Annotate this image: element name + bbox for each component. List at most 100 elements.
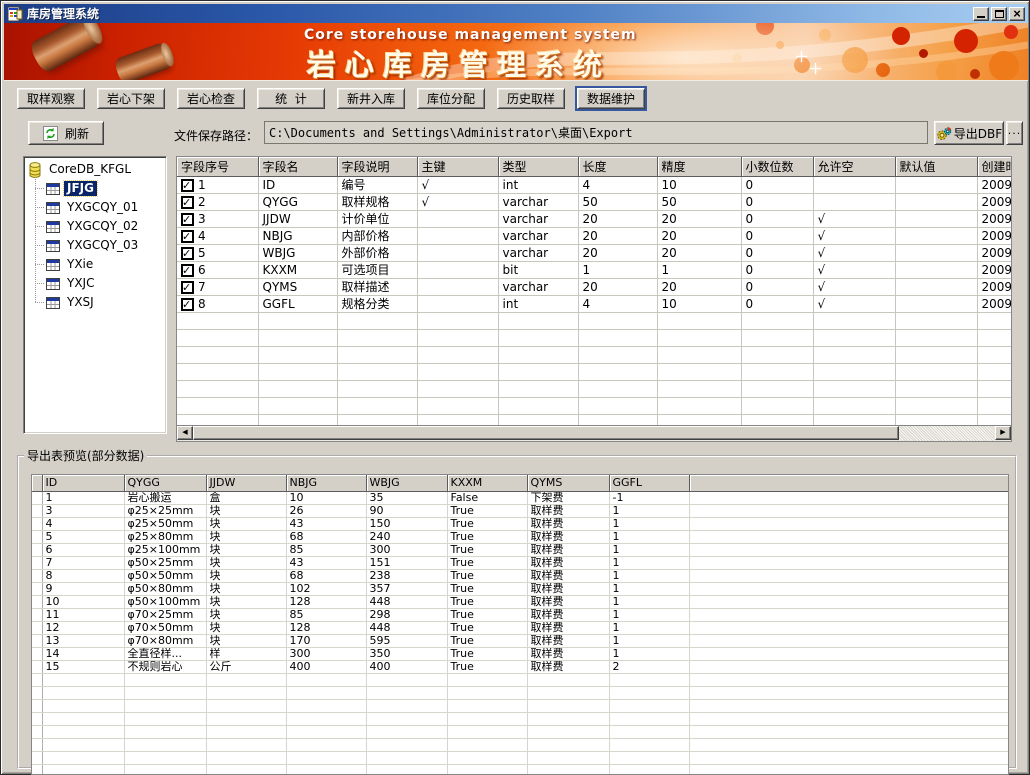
close-button[interactable]: × [1009, 7, 1025, 21]
tree-root[interactable]: CoreDB_KFGL [26, 160, 164, 179]
preview-cell: 448 [366, 595, 447, 608]
fields-row[interactable]: ✓5WBJG外部价格varchar20200√2009-4- [177, 245, 1012, 262]
fields-row[interactable]: ✓6KXXM可选项目bit110√2009-4- [177, 262, 1012, 279]
preview-table: IDQYGGJJDWNBJGWBJGKXXMQYMSGGFL 1岩心搬运盒103… [32, 475, 1009, 775]
fields-column-header: 默认值 [895, 157, 977, 177]
tree-item-YXGCQY_03[interactable]: YXGCQY_03 [26, 236, 164, 255]
maximize-button[interactable] [991, 7, 1007, 21]
tree-item-JFJG[interactable]: JFJG [26, 179, 164, 198]
tree-item-YXie[interactable]: YXie [26, 255, 164, 274]
preview-cell: 取样费 [527, 582, 609, 595]
fields-empty-cell [337, 398, 417, 415]
preview-empty-cell [206, 699, 286, 712]
preview-row[interactable]: 14全直径样...样300350True取样费1 [32, 647, 1009, 660]
scroll-thumb[interactable] [193, 426, 899, 440]
fields-cell-scale: 0 [741, 177, 813, 194]
fields-table: 字段序号字段名字段说明主键类型长度精度小数位数允许空默认值创建时 ✓1ID编号√… [177, 157, 1012, 426]
preview-cell: 公斤 [206, 660, 286, 673]
preview-cell: 8 [42, 569, 124, 582]
preview-empty-cell [124, 725, 206, 738]
preview-row[interactable]: 7φ50×25mm块43151True取样费1 [32, 556, 1009, 569]
preview-empty-cell [366, 673, 447, 686]
fields-row[interactable]: ✓4NBJG内部价格varchar20200√2009-4- [177, 228, 1012, 245]
preview-row[interactable]: 3φ25×25mm块2690True取样费1 [32, 504, 1009, 517]
preview-empty-cell [527, 764, 609, 775]
browse-button[interactable]: ... [1006, 121, 1023, 145]
preview-row[interactable]: 11φ70×25mm块85298True取样费1 [32, 608, 1009, 621]
fields-row[interactable]: ✓2QYGG取样规格√varchar505002009-4- [177, 194, 1012, 211]
preview-cell: 128 [286, 595, 366, 608]
preview-cell: 238 [366, 569, 447, 582]
checkbox-checked-icon[interactable]: ✓ [181, 179, 194, 192]
preview-row-selector [32, 660, 42, 673]
preview-row[interactable]: 4φ25×50mm块43150True取样费1 [32, 517, 1009, 530]
scroll-right-icon: ▶ [1000, 429, 1005, 436]
fields-row[interactable]: ✓1ID编号√int41002009-4- [177, 177, 1012, 194]
app-icon [7, 6, 23, 22]
preview-empty-cell [366, 725, 447, 738]
fields-row[interactable]: ✓8GGFL规格分类int4100√2009-4- [177, 296, 1012, 313]
fields-empty-cell [741, 330, 813, 347]
fields-cell-prec: 10 [657, 296, 741, 313]
toolbar-button-8[interactable]: 数据维护 [577, 88, 645, 109]
preview-row[interactable]: 8φ50×50mm块68238True取样费1 [32, 569, 1009, 582]
checkbox-checked-icon[interactable]: ✓ [181, 196, 194, 209]
toolbar-button-1[interactable]: 取样观察 [17, 88, 85, 109]
fields-cell-type: varchar [498, 245, 578, 262]
fields-row[interactable]: ✓7QYMS取样描述varchar20200√2009-4- [177, 279, 1012, 296]
file-path-input[interactable] [264, 121, 928, 144]
toolbar-button-7[interactable]: 历史取样 [497, 88, 565, 109]
tree-item-YXGCQY_01[interactable]: YXGCQY_01 [26, 198, 164, 217]
fields-cell-desc: 计价单位 [337, 211, 417, 228]
scroll-track[interactable] [899, 426, 995, 441]
preview-cell: 取样费 [527, 517, 609, 530]
minimize-button[interactable] [973, 7, 989, 21]
preview-cell: 取样费 [527, 634, 609, 647]
preview-empty-row [32, 712, 1009, 725]
preview-row-selector [32, 608, 42, 621]
preview-row[interactable]: 9φ50×80mm块102357True取样费1 [32, 582, 1009, 595]
preview-row[interactable]: 5φ25×80mm块68240True取样费1 [32, 530, 1009, 543]
checkbox-checked-icon[interactable]: ✓ [181, 281, 194, 294]
preview-empty-cell [32, 738, 42, 751]
preview-empty-cell [689, 673, 1009, 686]
preview-empty-cell [32, 686, 42, 699]
toolbar-button-3[interactable]: 岩心检查 [177, 88, 245, 109]
preview-row[interactable]: 1岩心搬运盒1035False下架费-1 [32, 491, 1009, 504]
preview-cell-filler [689, 595, 1009, 608]
tree-item-label: YXJC [64, 276, 97, 291]
preview-cell: 取样费 [527, 504, 609, 517]
preview-row[interactable]: 15不规则岩心公斤400400True取样费2 [32, 660, 1009, 673]
tree-item-YXGCQY_02[interactable]: YXGCQY_02 [26, 217, 164, 236]
scroll-right-button[interactable]: ▶ [995, 426, 1011, 440]
tree-item-YXJC[interactable]: YXJC [26, 274, 164, 293]
preview-row[interactable]: 10φ50×100mm块128448True取样费1 [32, 595, 1009, 608]
toolbar-button-6[interactable]: 库位分配 [417, 88, 485, 109]
toolbar-button-4[interactable]: 统 计 [257, 88, 325, 109]
preview-cell: 1 [609, 517, 689, 530]
fields-row[interactable]: ✓3JJDW计价单位varchar20200√2009-4- [177, 211, 1012, 228]
fields-empty-row [177, 364, 1012, 381]
checkbox-checked-icon[interactable]: ✓ [181, 247, 194, 260]
preview-row[interactable]: 6φ25×100mm块85300True取样费1 [32, 543, 1009, 556]
refresh-button[interactable]: 刷新 [28, 121, 104, 145]
preview-row[interactable]: 13φ70×80mm块170595True取样费1 [32, 634, 1009, 647]
checkbox-checked-icon[interactable]: ✓ [181, 264, 194, 277]
checkbox-checked-icon[interactable]: ✓ [181, 213, 194, 226]
toolbar-button-2[interactable]: 岩心下架 [97, 88, 165, 109]
toolbar-button-5[interactable]: 新井入库 [337, 88, 405, 109]
preview-empty-cell [42, 686, 124, 699]
fields-cell-desc: 取样描述 [337, 279, 417, 296]
preview-cell: 块 [206, 517, 286, 530]
scroll-left-button[interactable]: ◀ [177, 426, 193, 440]
export-dbf-button[interactable]: 导出DBF [934, 121, 1004, 145]
fields-cell-prec: 20 [657, 245, 741, 262]
preview-row[interactable]: 12φ70×50mm块128448True取样费1 [32, 621, 1009, 634]
checkbox-checked-icon[interactable]: ✓ [181, 298, 194, 311]
checkbox-checked-icon[interactable]: ✓ [181, 230, 194, 243]
fields-cell-default [895, 296, 977, 313]
titlebar[interactable]: 库房管理系统 × [4, 4, 1028, 23]
preview-empty-cell [609, 738, 689, 751]
tree-item-YXSJ[interactable]: YXSJ [26, 293, 164, 312]
fields-cell-name: GGFL [258, 296, 337, 313]
